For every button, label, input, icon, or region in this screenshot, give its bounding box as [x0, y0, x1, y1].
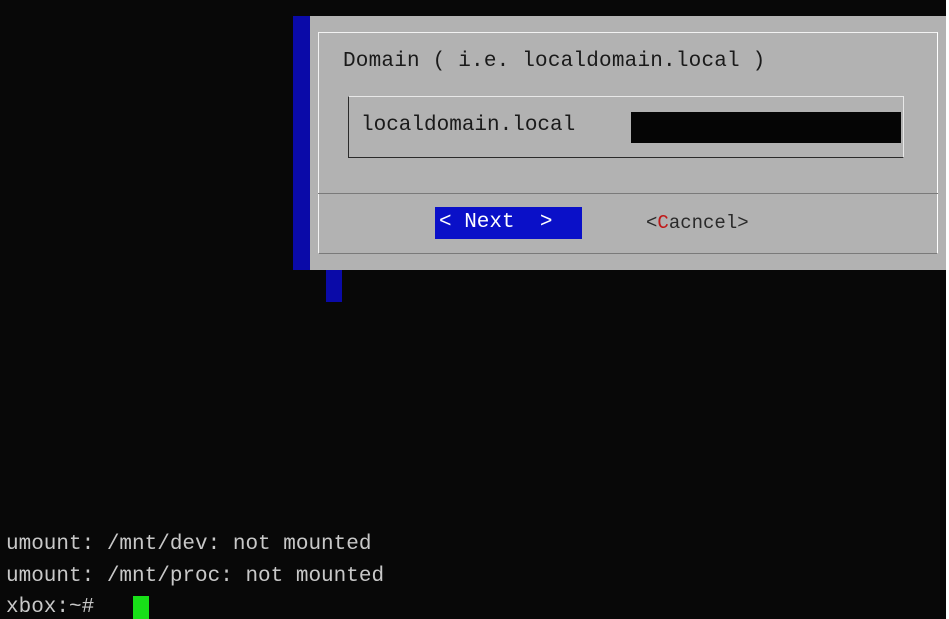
cancel-button[interactable]: <Cacncel>: [646, 207, 749, 239]
dialog-backdrop: [293, 16, 310, 270]
terminal-screen: Domain ( i.e. localdomain.local ) locald…: [0, 0, 946, 619]
domain-dialog: Domain ( i.e. localdomain.local ) locald…: [310, 16, 946, 270]
terminal-line: umount: /mnt/dev: not mounted: [6, 533, 372, 556]
next-button[interactable]: < Next >: [435, 207, 582, 239]
cancel-hotkey: C: [657, 212, 669, 234]
cancel-open-bracket: <: [646, 212, 658, 234]
dialog-prompt: Domain ( i.e. localdomain.local ): [343, 50, 766, 73]
terminal-line: umount: /mnt/proc: not mounted: [6, 565, 385, 588]
dialog-backdrop-stub: [326, 270, 342, 302]
domain-input[interactable]: localdomain.local: [361, 114, 575, 137]
cancel-label-rest: acncel>: [668, 212, 749, 234]
shell-prompt: xbox:~#: [6, 596, 107, 619]
terminal-cursor[interactable]: [133, 596, 149, 619]
dialog-separator: [318, 193, 938, 194]
domain-input-empty-area[interactable]: [631, 112, 901, 143]
